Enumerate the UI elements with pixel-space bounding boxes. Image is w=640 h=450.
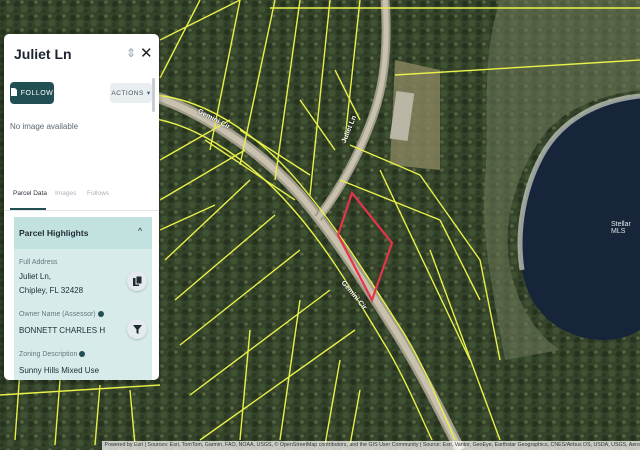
zoning-value: Sunny Hills Mixed Use [19, 366, 100, 375]
map-attribution: Powered by Esri | Sources: Esri, TomTom,… [101, 441, 640, 450]
info-icon[interactable] [79, 351, 86, 358]
caret-down-icon: ▾ [146, 90, 151, 97]
panel-title: Juliet Ln [14, 46, 72, 62]
drag-handle-icon[interactable]: ⇕ [126, 46, 136, 60]
copy-icon [132, 276, 142, 286]
actions-label: ACTIONS [111, 89, 144, 97]
follow-label: FOLLOW [20, 89, 54, 97]
filter-icon [132, 324, 142, 334]
info-icon[interactable] [97, 311, 104, 318]
scrollbar[interactable] [152, 78, 155, 112]
actions-button[interactable]: ACTIONS ▾ [110, 83, 152, 103]
follow-button[interactable]: FOLLOW [10, 82, 54, 104]
filter-button[interactable] [127, 319, 147, 339]
tab-parcel-data[interactable]: Parcel Data [13, 190, 47, 197]
owner-label: Owner Name (Assessor) [19, 311, 104, 318]
chevron-up-icon[interactable]: ^ [138, 226, 142, 236]
zoning-label: Zoning Description [19, 351, 86, 358]
active-tab-indicator [10, 208, 46, 210]
tab-follows[interactable]: Follows [87, 190, 109, 197]
section-title: Parcel Highlights [19, 228, 89, 238]
copy-button[interactable] [127, 271, 147, 291]
no-image-text: No image available [10, 122, 79, 131]
owner-value: BONNETT CHARLES H [19, 326, 106, 335]
section-header[interactable]: Parcel Highlights ^ [14, 217, 152, 249]
address-label: Full Address [19, 259, 58, 266]
address-line2: Chipley, FL 32428 [19, 286, 84, 295]
watermark: Stellar MLS [611, 221, 631, 235]
panel-tabs: Parcel Data Images Follows [4, 184, 159, 211]
parcel-highlights-section: Parcel Highlights ^ Full Address Juliet … [14, 217, 152, 380]
parcel-panel: Juliet Ln ⇕ ✕ FOLLOW ACTIONS ▾ No image … [4, 34, 159, 380]
close-icon[interactable]: ✕ [140, 44, 153, 62]
tab-images[interactable]: Images [55, 190, 76, 197]
address-line1: Juliet Ln, [19, 272, 52, 281]
document-icon [10, 88, 17, 98]
